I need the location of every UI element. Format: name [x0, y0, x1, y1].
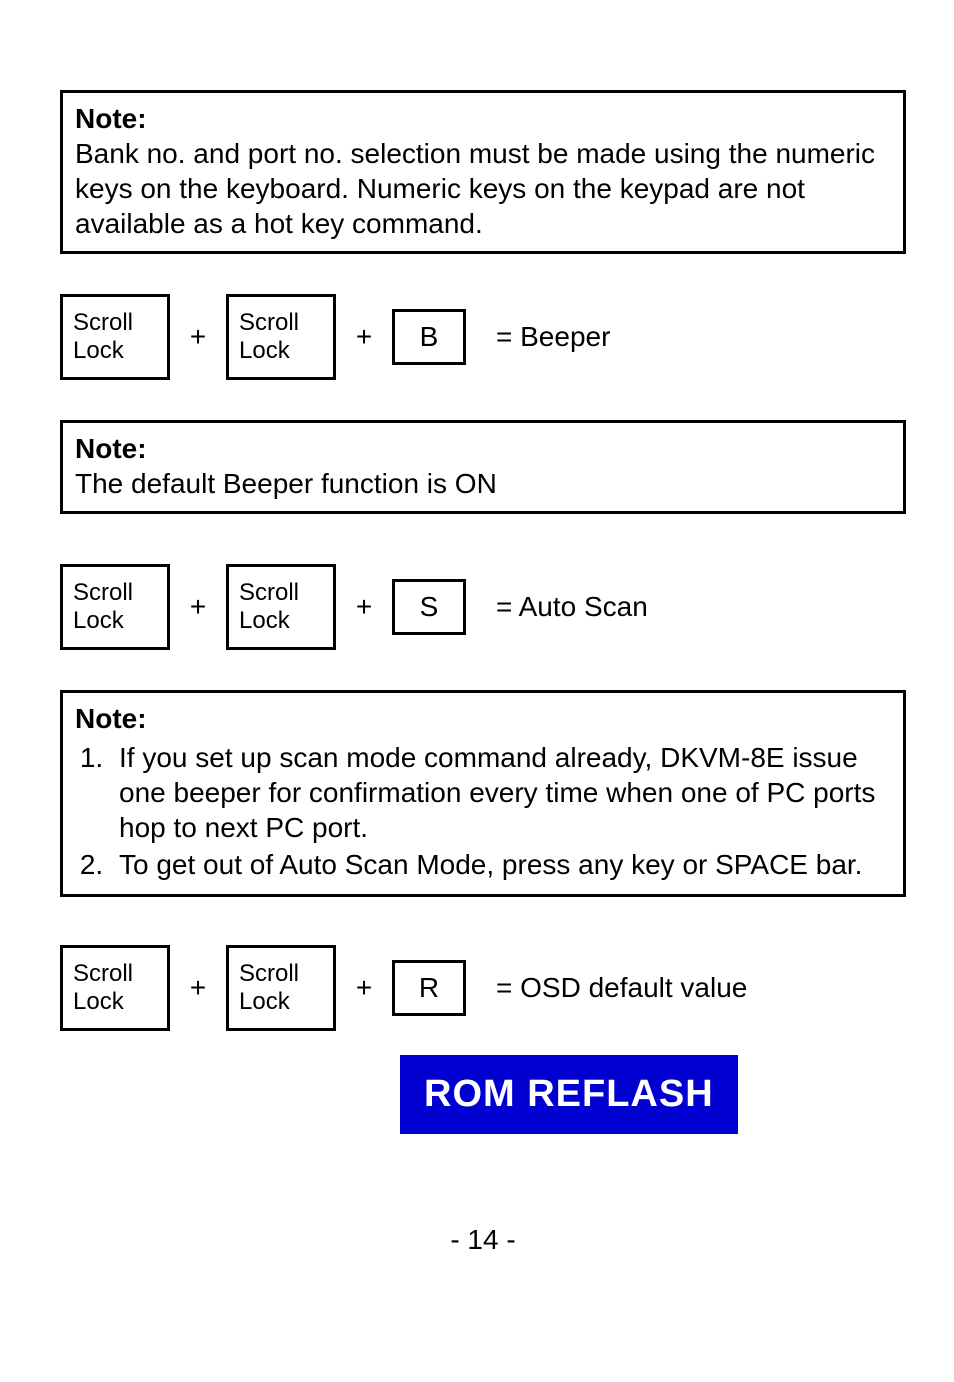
- key-s: S: [392, 579, 466, 635]
- page: Note: Bank no. and port no. selection mu…: [0, 0, 954, 1296]
- key-scroll-lock: Scroll Lock: [226, 294, 336, 380]
- key-scroll-lock: Scroll Lock: [60, 564, 170, 650]
- note-title: Note:: [75, 433, 147, 464]
- key-scroll-lock: Scroll Lock: [226, 564, 336, 650]
- note-title: Note:: [75, 703, 147, 734]
- plus-sign: +: [188, 972, 208, 1004]
- hotkey-row-beeper: Scroll Lock + Scroll Lock + B = Beeper: [60, 294, 906, 380]
- note-list: If you set up scan mode command already,…: [75, 740, 891, 882]
- note-box-2: Note: The default Beeper function is ON: [60, 420, 906, 514]
- equals-label: = OSD default value: [496, 972, 747, 1004]
- hotkey-row-autoscan: Scroll Lock + Scroll Lock + S = Auto Sca…: [60, 564, 906, 650]
- note-box-3: Note: If you set up scan mode command al…: [60, 690, 906, 897]
- plus-sign: +: [188, 591, 208, 623]
- plus-sign: +: [354, 591, 374, 623]
- rom-reflash-banner: ROM REFLASH: [400, 1055, 738, 1134]
- note-body: Bank no. and port no. selection must be …: [75, 138, 875, 239]
- plus-sign: +: [354, 972, 374, 1004]
- note-box-1: Note: Bank no. and port no. selection mu…: [60, 90, 906, 254]
- key-scroll-lock: Scroll Lock: [226, 945, 336, 1031]
- page-number: - 14 -: [60, 1224, 906, 1256]
- equals-label: = Auto Scan: [496, 591, 648, 623]
- plus-sign: +: [188, 321, 208, 353]
- hotkey-row-osd: Scroll Lock + Scroll Lock + R = OSD defa…: [60, 945, 906, 1031]
- key-scroll-lock: Scroll Lock: [60, 294, 170, 380]
- note-list-item: To get out of Auto Scan Mode, press any …: [111, 847, 891, 882]
- key-r: R: [392, 960, 466, 1016]
- plus-sign: +: [354, 321, 374, 353]
- key-b: B: [392, 309, 466, 365]
- note-body: The default Beeper function is ON: [75, 468, 497, 499]
- equals-label: = Beeper: [496, 321, 610, 353]
- note-title: Note:: [75, 103, 147, 134]
- key-scroll-lock: Scroll Lock: [60, 945, 170, 1031]
- note-list-item: If you set up scan mode command already,…: [111, 740, 891, 845]
